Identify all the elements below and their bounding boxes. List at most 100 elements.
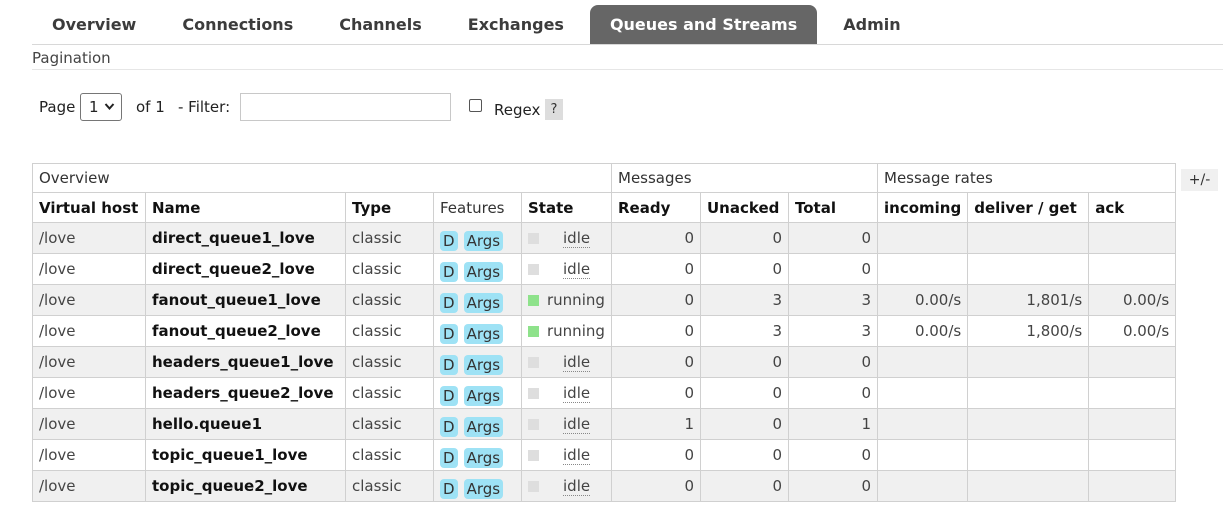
col-header-state[interactable]: State (521, 192, 612, 223)
cell-incoming-rate (876, 377, 969, 409)
tab-admin[interactable]: Admin (823, 5, 920, 45)
state-label: running (547, 322, 605, 340)
queue-name-link[interactable]: direct_queue1_love (145, 222, 346, 254)
state-label: idle (563, 260, 591, 279)
main-nav-tabs: Overview Connections Channels Exchanges … (32, 5, 927, 45)
idle-status-icon (528, 419, 539, 430)
cell-unacked: 0 (700, 253, 789, 285)
queue-name-link[interactable]: headers_queue2_love (145, 377, 346, 409)
cell-ack-rate (1088, 346, 1177, 378)
col-header-deliver-get[interactable]: deliver / get (967, 192, 1090, 223)
cell-unacked: 3 (700, 315, 789, 347)
state-label: running (547, 291, 605, 309)
feature-args-badge: Args (463, 478, 504, 499)
cell-ready: 0 (611, 315, 701, 347)
feature-args-badge: Args (463, 385, 504, 406)
queue-name-link[interactable]: direct_queue2_love (145, 253, 346, 285)
cell-state: idle (521, 470, 612, 502)
pagination-heading[interactable]: Pagination (32, 49, 111, 67)
cell-virtual-host: /love (32, 377, 146, 409)
running-status-icon (528, 295, 539, 306)
state-label: idle (563, 415, 591, 434)
table-row: /love fanout_queue1_love classic D Args runni… (32, 284, 1177, 316)
cell-features: D Args (433, 408, 522, 440)
queue-name-link[interactable]: topic_queue2_love (145, 470, 346, 502)
state-label: idle (563, 446, 591, 465)
cell-incoming-rate: 0.00/s (876, 315, 969, 347)
col-header-ack[interactable]: ack (1088, 192, 1177, 223)
regex-help-button[interactable]: ? (545, 99, 563, 120)
cell-type: classic (345, 377, 434, 409)
tab-channels[interactable]: Channels (319, 5, 442, 45)
pagination-divider (32, 69, 1223, 70)
col-header-name[interactable]: Name (145, 192, 346, 223)
col-header-features: Features (433, 192, 522, 223)
queue-name-link[interactable]: topic_queue1_love (145, 439, 346, 471)
cell-type: classic (345, 284, 434, 316)
page-select[interactable]: 1 (80, 93, 122, 121)
toggle-columns-button[interactable]: +/- (1181, 169, 1218, 191)
filter-input[interactable] (240, 93, 451, 121)
col-header-total[interactable]: Total (788, 192, 878, 223)
regex-label[interactable]: Regex (494, 101, 540, 119)
cell-total: 3 (788, 315, 878, 347)
cell-features: D Args (433, 377, 522, 409)
table-row: /love topic_queue1_love classic D Args idle 0 0… (32, 439, 1177, 471)
state-label: idle (563, 229, 591, 248)
tab-queues-and-streams[interactable]: Queues and Streams (589, 5, 818, 45)
cell-ready: 0 (611, 377, 701, 409)
cell-type: classic (345, 253, 434, 285)
feature-durable-badge: D (440, 354, 458, 375)
cell-ready: 0 (611, 346, 701, 378)
feature-durable-badge: D (440, 416, 458, 437)
idle-status-icon (528, 450, 539, 461)
queue-name-link[interactable]: hello.queue1 (145, 408, 346, 440)
col-header-virtual-host[interactable]: Virtual host (32, 192, 146, 223)
table-row: /love headers_queue1_love classic D Args idle… (32, 346, 1177, 378)
cell-features: D Args (433, 470, 522, 502)
tab-bar-divider (32, 44, 1223, 45)
cell-virtual-host: /love (32, 284, 146, 316)
cell-ack-rate: 0.00/s (1088, 284, 1177, 316)
tab-exchanges[interactable]: Exchanges (448, 5, 584, 45)
table-row: /love direct_queue2_love classic D Args idle 0… (32, 253, 1177, 285)
col-header-type[interactable]: Type (345, 192, 434, 223)
col-header-incoming[interactable]: incoming (876, 192, 969, 223)
cell-virtual-host: /love (32, 408, 146, 440)
group-header-messages: Messages (611, 163, 878, 193)
queue-name-link[interactable]: headers_queue1_love (145, 346, 346, 378)
idle-status-icon (528, 357, 539, 368)
cell-features: D Args (433, 346, 522, 378)
cell-features: D Args (433, 284, 522, 316)
cell-virtual-host: /love (32, 253, 146, 285)
cell-total: 1 (788, 408, 878, 440)
regex-checkbox[interactable] (469, 99, 482, 112)
cell-incoming-rate (876, 346, 969, 378)
cell-unacked: 0 (700, 222, 789, 254)
cell-type: classic (345, 470, 434, 502)
tab-connections[interactable]: Connections (162, 5, 313, 45)
queue-name-link[interactable]: fanout_queue1_love (145, 284, 346, 316)
tab-overview[interactable]: Overview (32, 5, 156, 45)
cell-total: 0 (788, 222, 878, 254)
table-row: /love headers_queue2_love classic D Args idle… (32, 377, 1177, 409)
cell-deliver-get-rate (967, 377, 1090, 409)
cell-deliver-get-rate (967, 439, 1090, 471)
cell-state: running (521, 284, 612, 316)
feature-durable-badge: D (440, 323, 458, 344)
cell-unacked: 0 (700, 408, 789, 440)
cell-state: idle (521, 346, 612, 378)
cell-incoming-rate (876, 439, 969, 471)
col-header-unacked[interactable]: Unacked (700, 192, 789, 223)
cell-ready: 0 (611, 284, 701, 316)
cell-type: classic (345, 439, 434, 471)
cell-incoming-rate (876, 470, 969, 502)
idle-status-icon (528, 233, 539, 244)
cell-incoming-rate (876, 253, 969, 285)
queue-name-link[interactable]: fanout_queue2_love (145, 315, 346, 347)
cell-deliver-get-rate (967, 408, 1090, 440)
col-header-ready[interactable]: Ready (611, 192, 701, 223)
cell-features: D Args (433, 253, 522, 285)
cell-ack-rate (1088, 222, 1177, 254)
cell-incoming-rate: 0.00/s (876, 284, 969, 316)
